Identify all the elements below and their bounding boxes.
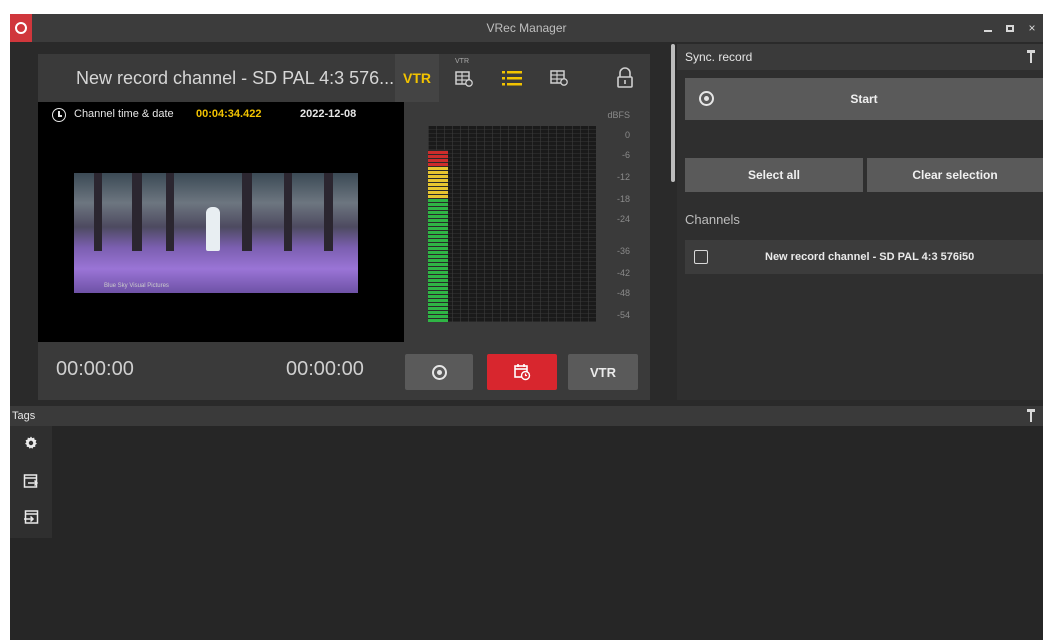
vtr-toggle-button[interactable]: VTR [395, 54, 439, 102]
vtr-grid-superscript: VTR [455, 58, 469, 65]
meter-scale-label: -42 [616, 268, 630, 278]
maximize-icon[interactable] [999, 14, 1021, 42]
meter-peak-segment [428, 150, 448, 166]
export-icon [23, 474, 39, 488]
sync-record-panel: Sync. record Start Select all Clear sele… [677, 44, 1043, 400]
timecode-out: 00:00:00 [286, 358, 364, 380]
list-icon [502, 71, 522, 86]
audio-level-meter: dBFS 0 -6 -12 -18 -24 -36 -42 -48 -54 [404, 102, 650, 342]
channel-list-item[interactable]: New record channel - SD PAL 4:3 576i50 [685, 240, 1043, 274]
gear-icon [25, 436, 37, 449]
start-button-label: Start [850, 92, 878, 106]
import-icon [24, 510, 39, 524]
clear-selection-button[interactable]: Clear selection [867, 158, 1043, 192]
video-caption: Blue Sky Visual Pictures [104, 283, 169, 289]
schedule-record-button[interactable] [487, 354, 557, 390]
vtr-button[interactable]: VTR [568, 354, 638, 390]
list-view-button[interactable] [489, 54, 535, 102]
window-title: VRec Manager [486, 21, 567, 35]
channel-title: New record channel - SD PAL 4:3 576... [76, 68, 394, 88]
lock-icon [617, 67, 633, 88]
channel-time-label: Channel time & date [74, 108, 174, 120]
minimize-icon[interactable] [977, 14, 999, 42]
video-frame: Blue Sky Visual Pictures [74, 173, 358, 293]
channel-time-value: 00:04:34.422 [196, 108, 262, 120]
meter-warning-segment [428, 166, 448, 198]
calendar-clock-icon [514, 364, 531, 381]
tags-header: Tags [10, 406, 1043, 426]
meter-scale-label: 0 [624, 130, 630, 140]
channels-heading: Channels [685, 212, 740, 227]
export-button[interactable] [20, 470, 42, 492]
meter-scale-label: -18 [616, 194, 630, 204]
tags-content [10, 426, 1043, 640]
meter-unit-label: dBFS [607, 110, 630, 120]
import-button[interactable] [20, 506, 42, 528]
timecode-in: 00:00:00 [56, 358, 134, 380]
grid-view-button[interactable] [536, 54, 582, 102]
record-channel-panel: New record channel - SD PAL 4:3 576... V… [38, 54, 650, 400]
channel-footer: 00:00:00 00:00:00 VTR [38, 342, 650, 400]
meter-scale-label: -12 [616, 172, 630, 182]
clock-icon [52, 108, 66, 122]
vtr-grid-button[interactable]: VTR [441, 54, 487, 102]
meter-scale-label: -54 [616, 310, 630, 320]
video-preview: Channel time & date 00:04:34.422 2022-12… [38, 102, 404, 342]
sync-record-title: Sync. record [685, 50, 753, 64]
scrollbar[interactable] [671, 44, 675, 182]
meter-scale-label: -48 [616, 288, 630, 298]
select-all-button[interactable]: Select all [685, 158, 863, 192]
start-button[interactable]: Start [685, 78, 1043, 120]
meter-scale-label: -36 [616, 246, 630, 256]
title-bar[interactable]: VRec Manager × [10, 14, 1043, 42]
channel-header: New record channel - SD PAL 4:3 576... V… [38, 54, 650, 102]
meter-scale-label: -6 [621, 150, 630, 160]
tags-title: Tags [12, 410, 36, 422]
close-icon[interactable]: × [1021, 14, 1043, 42]
lock-button[interactable] [602, 54, 648, 102]
pin-icon[interactable] [1027, 50, 1035, 64]
record-button[interactable] [405, 354, 473, 390]
settings-button[interactable] [20, 432, 42, 454]
record-icon [431, 364, 447, 380]
grid-icon [550, 70, 568, 86]
vtr-grid-icon [455, 71, 473, 87]
channel-checkbox[interactable] [694, 250, 708, 264]
tags-toolbar [10, 426, 52, 538]
channel-date-value: 2022-12-08 [300, 108, 357, 120]
app-window: VRec Manager × New record channel - SD P… [10, 14, 1043, 640]
pin-icon[interactable] [1027, 409, 1035, 423]
channel-list-item-label: New record channel - SD PAL 4:3 576i50 [765, 251, 975, 263]
sync-record-header: Sync. record [677, 44, 1043, 70]
meter-scale-label: -24 [616, 214, 630, 224]
meter-normal-segment [428, 198, 448, 322]
